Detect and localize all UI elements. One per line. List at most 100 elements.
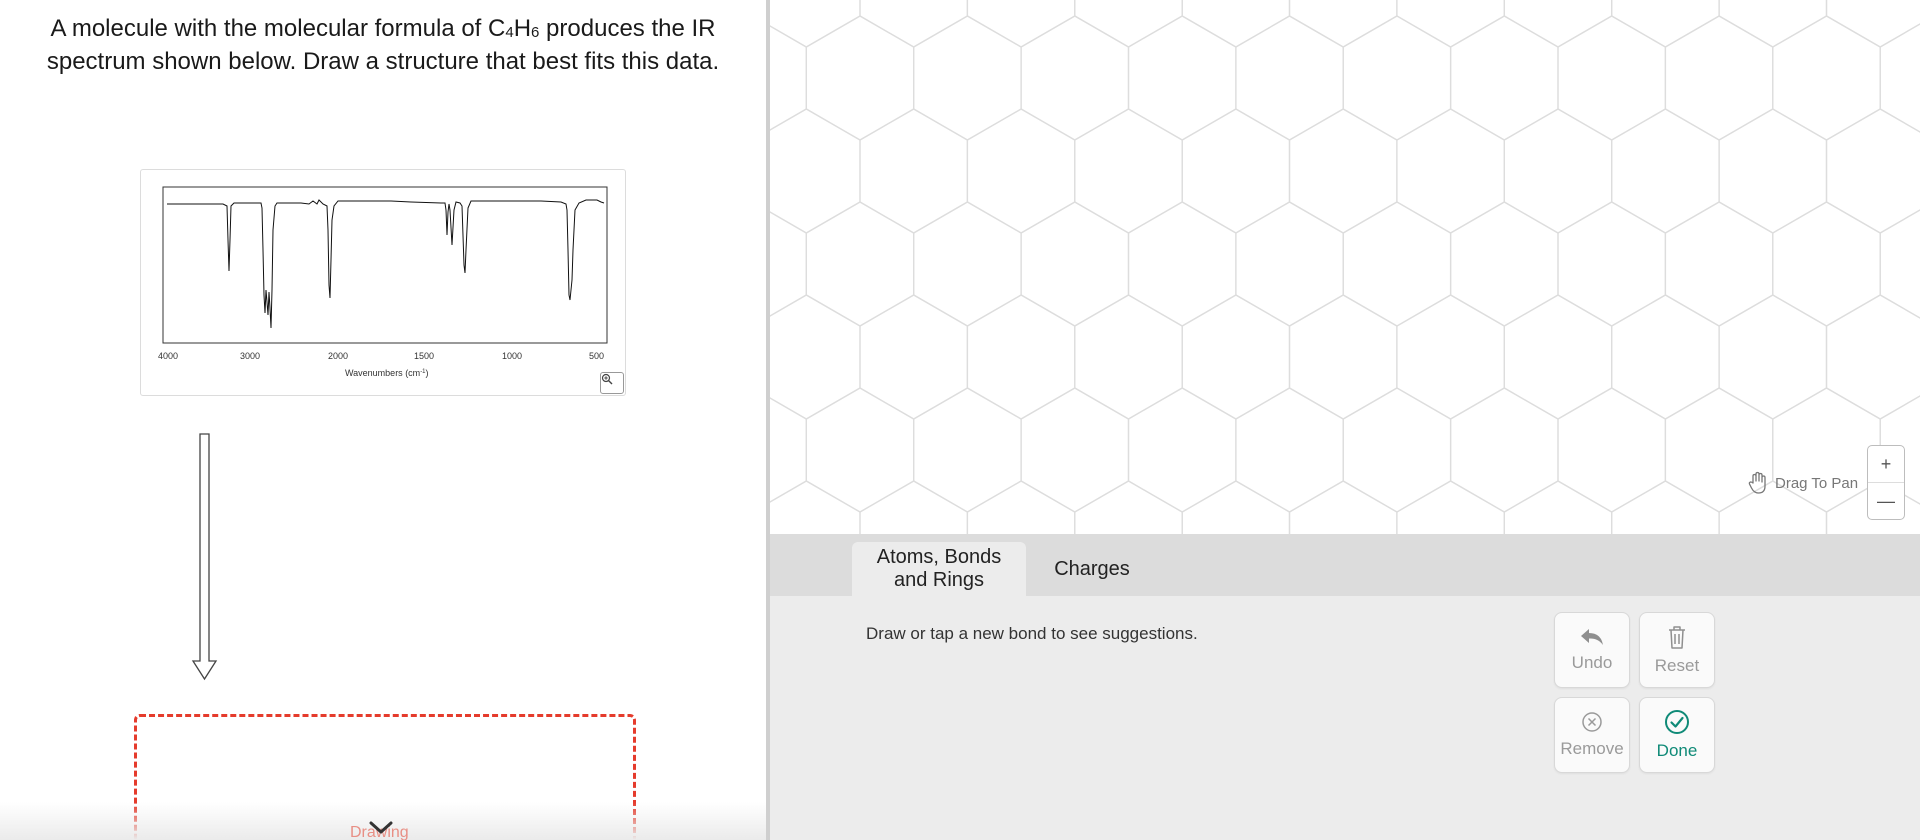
grid-hexagon [1074,108,1183,234]
undo-arrow-icon [1581,629,1603,645]
grid-hexagon [1181,480,1291,534]
grid-hexagon [770,25,807,131]
grid-hexagon [1396,108,1505,234]
tick-label: 2000 [328,351,348,361]
question-panel: A molecule with the molecular formula of… [0,0,766,840]
undo-label: Undo [1571,653,1613,672]
chevron-down-icon[interactable] [368,820,394,836]
question-text-line2: spectrum shown below. Draw a structure t… [46,48,720,75]
subscript-carbon: 4 [505,24,514,41]
grid-hexagon [1718,108,1828,234]
grid-hexagon [1020,15,1130,141]
tab-label: Charges [1054,557,1130,580]
tab-label: Atoms, Bonds [876,546,1002,568]
grid-hexagon [770,108,861,234]
tick-label: 1500 [414,351,434,361]
grid-hexagon [1020,201,1130,327]
drawing-canvas[interactable] [770,0,1920,534]
question-text-part: A molecule with the molecular formula of… [50,15,506,42]
grid-hexagon [1449,15,1559,141]
grid-hexagon [1342,387,1452,513]
grid-hexagon [770,211,807,317]
grid-hexagon [1074,294,1183,420]
remove-button[interactable]: Remove [1554,697,1630,773]
done-check-circle-icon [1665,710,1689,734]
grid-hexagon [1288,0,1398,48]
grid-hexagon [966,294,1076,420]
grid-hexagon [1557,15,1667,141]
drag-to-pan-hint: Drag To Pan [1747,470,1858,496]
tab-label: and Rings [893,569,985,591]
grid-hexagon [1396,294,1505,420]
grid-hexagon [913,15,1022,141]
grid-hexagon [805,15,915,141]
reset-label: Reset [1654,656,1700,675]
grid-hexagon [966,108,1076,234]
tab-atoms-bonds-rings[interactable]: Atoms, Bonds and Rings [852,542,1026,596]
grid-hexagon [1181,108,1291,234]
grid-hexagon [1611,0,1720,48]
grid-hexagon [1611,480,1720,534]
grid-hexagon [1772,201,1881,327]
grid-hexagon [1235,387,1344,513]
grid-hexagon [1611,294,1720,420]
grid-hexagon [1020,387,1130,513]
grid-hexagon [859,294,969,420]
zoom-control: + — [1867,445,1905,520]
grid-hexagon [1825,294,1920,420]
grid-hexagon [1879,209,1920,319]
grid-hexagon [1288,108,1398,234]
grid-hexagon [1074,0,1183,48]
suggestion-hint: Draw or tap a new bond to see suggestion… [866,624,1198,643]
subscript-hydrogen: 6 [531,24,540,41]
grid-hexagon [966,0,1076,48]
grid-hexagon [1127,201,1237,327]
grid-hexagon [966,480,1076,534]
grid-hexagon [1879,23,1920,133]
ir-spectrum-card: 4000 3000 2000 1500 1000 500 Wavenumbers… [140,169,626,396]
grid-hexagon [1235,15,1344,141]
down-arrow-icon [191,433,218,681]
hexagon-grid [770,0,1920,534]
grid-hexagon [1611,108,1720,234]
grid-hexagon [1074,480,1183,534]
reset-button[interactable]: Reset [1639,612,1715,688]
grid-hexagon [1557,201,1667,327]
trash-icon [1669,626,1685,649]
grid-hexagon [1342,15,1452,141]
grid-hexagon [913,387,1022,513]
grid-hexagon [1396,0,1505,48]
grid-hexagon [770,480,861,534]
undo-button[interactable]: Undo [1554,612,1630,688]
remove-label: Remove [1560,739,1624,758]
toolbox-panel: Draw or tap a new bond to see suggestion… [770,596,1920,840]
grid-hexagon [1449,201,1559,327]
tick-label: 4000 [158,351,178,361]
grid-hexagon [1825,108,1920,234]
tool-tabs: Atoms, Bonds and Rings Charges [770,534,1920,596]
x-axis-ticks: 4000 3000 2000 1500 1000 500 [158,351,604,361]
tick-label: 1000 [502,351,522,361]
tab-charges[interactable]: Charges [1042,542,1142,596]
grid-hexagon [1718,294,1828,420]
zoom-out-button[interactable]: — [1868,482,1904,519]
done-label: Done [1656,741,1698,760]
ir-spectrum-plot: 4000 3000 2000 1500 1000 500 Wavenumbers… [158,186,608,378]
pan-hint-label: Drag To Pan [1775,474,1859,492]
question-text-part: produces the IR [539,15,716,42]
hand-pan-icon [1748,471,1766,494]
tick-label: 3000 [240,351,260,361]
remove-circle-x-icon [1582,712,1602,732]
grid-hexagon [1342,201,1452,327]
grid-hexagon [1503,0,1613,48]
magnify-plus-icon[interactable] [600,372,624,394]
tick-label: 500 [589,351,604,361]
grid-hexagon [913,201,1022,327]
grid-hexagon [1288,294,1398,420]
done-button[interactable]: Done [1639,697,1715,773]
zoom-in-button[interactable]: + [1868,446,1904,482]
grid-hexagon [1664,201,1774,327]
grid-hexagon [805,201,915,327]
grid-hexagon [1235,201,1344,327]
grid-hexagon [1288,480,1398,534]
